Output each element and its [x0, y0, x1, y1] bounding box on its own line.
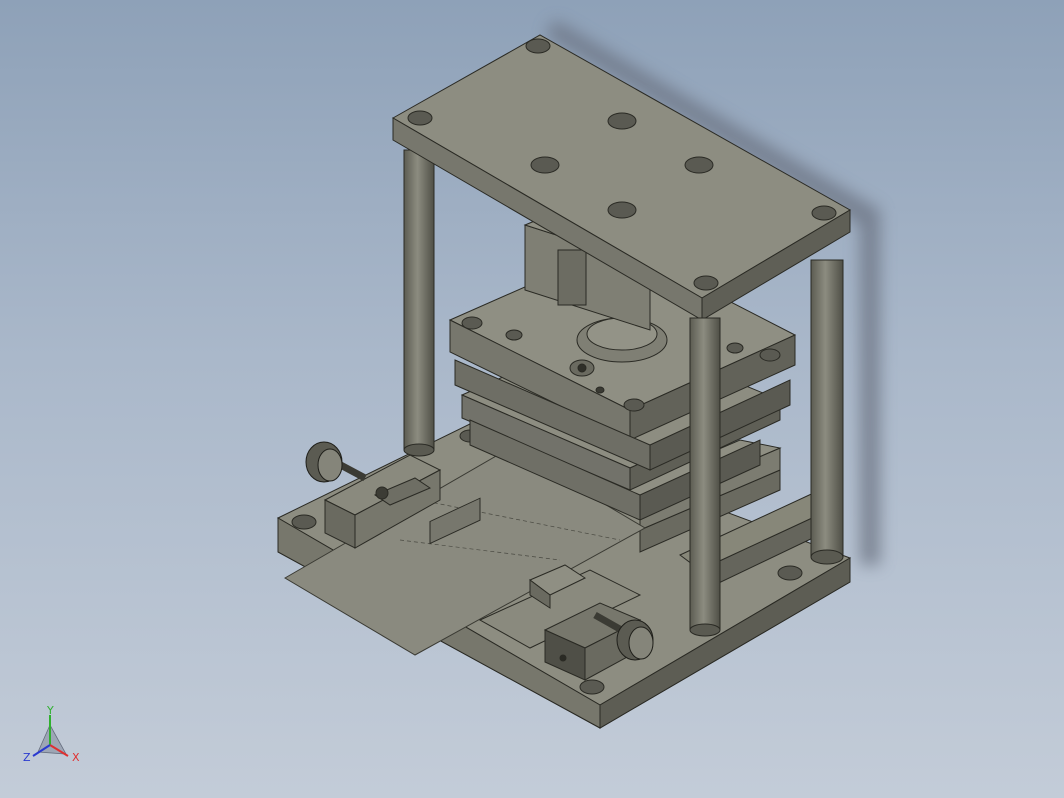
- adjustment-knob-left[interactable]: [305, 441, 367, 483]
- triad-y-label: Y: [46, 704, 54, 717]
- triad-z-label: Z: [23, 751, 31, 764]
- view-triad: Y X Z: [23, 704, 80, 764]
- cad-viewport[interactable]: Y X Z: [0, 0, 1064, 798]
- die-assembly-render[interactable]: Y X Z: [0, 0, 1064, 798]
- guide-pillar-front[interactable]: [689, 317, 721, 637]
- triad-x-label: X: [72, 751, 80, 764]
